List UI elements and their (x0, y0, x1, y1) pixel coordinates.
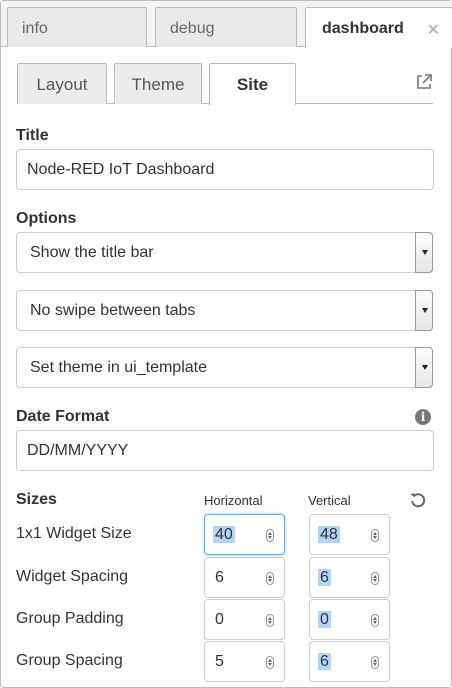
group-spacing-vertical-value: 6 (318, 653, 331, 670)
group-spacing-horizontal-input[interactable]: 5 (204, 641, 285, 682)
subtab-layout[interactable]: Layout (17, 63, 107, 104)
title-input[interactable]: Node-RED IoT Dashboard (16, 149, 434, 190)
group-padding-horizontal-value: 0 (215, 611, 224, 628)
subtab-site-label: Site (236, 75, 269, 94)
group-spacing-label: Group Spacing (16, 652, 123, 669)
vertical-column-header: Vertical (308, 493, 351, 508)
widget-size-vertical-value: 48 (318, 526, 340, 543)
spinner-arrows-icon[interactable] (266, 572, 274, 585)
spinner-arrows-icon[interactable] (266, 614, 274, 627)
subtab-site[interactable]: Site (209, 63, 296, 105)
widget-size-horizontal-value: 40 (213, 526, 235, 543)
date-format-label: Date Format (16, 408, 110, 425)
dashboard-subtab-bar: Layout Theme Site (17, 63, 433, 105)
subtab-theme[interactable]: Theme (114, 63, 202, 104)
tab-info-label: info (22, 20, 48, 37)
tab-debug[interactable]: debug (155, 7, 297, 47)
options-label: Options (16, 210, 77, 227)
sidebar-tab-bar: info debug dashboard ✕ (1, 1, 452, 48)
reset-icon[interactable] (409, 491, 427, 509)
swipe-select[interactable]: No swipe between tabs (16, 290, 433, 331)
widget-size-label: 1x1 Widget Size (16, 525, 132, 542)
tab-info[interactable]: info (7, 7, 147, 47)
external-link-icon[interactable] (415, 73, 433, 91)
title-bar-select[interactable]: Show the title bar (16, 232, 433, 273)
info-icon[interactable]: i (415, 409, 431, 425)
spinner-arrows-icon[interactable] (371, 529, 379, 542)
sizes-label: Sizes (16, 491, 57, 508)
group-spacing-horizontal-value: 5 (215, 653, 224, 670)
horizontal-column-header: Horizontal (204, 493, 263, 508)
group-padding-horizontal-input[interactable]: 0 (204, 599, 285, 640)
subtab-layout-label: Layout (36, 75, 88, 94)
swipe-select-value: No swipe between tabs (30, 302, 196, 319)
widget-spacing-label: Widget Spacing (16, 568, 129, 585)
title-input-value: Node-RED IoT Dashboard (27, 161, 215, 178)
spinner-arrows-icon[interactable] (266, 656, 274, 669)
widget-spacing-vertical-input[interactable]: 6 (309, 557, 390, 598)
tab-dashboard-label: dashboard (322, 20, 404, 37)
theme-select-value: Set theme in ui_template (30, 359, 207, 376)
tab-dashboard[interactable]: dashboard ✕ (305, 7, 452, 48)
spinner-arrows-icon[interactable] (371, 614, 379, 627)
tab-debug-label: debug (170, 20, 215, 37)
subtab-theme-label: Theme (131, 75, 185, 94)
title-bar-select-value: Show the title bar (30, 244, 154, 261)
group-padding-vertical-input[interactable]: 0 (309, 599, 390, 640)
widget-spacing-horizontal-input[interactable]: 6 (204, 557, 285, 598)
widget-spacing-vertical-value: 6 (318, 569, 331, 586)
theme-select[interactable]: Set theme in ui_template (16, 347, 433, 388)
group-spacing-vertical-input[interactable]: 6 (309, 641, 390, 682)
widget-size-horizontal-input[interactable]: 40 (204, 514, 285, 555)
spinner-arrows-icon[interactable] (266, 529, 274, 542)
spinner-arrows-icon[interactable] (371, 572, 379, 585)
chevron-down-icon[interactable] (415, 232, 433, 273)
title-label: Title (16, 127, 49, 144)
dashboard-sidebar-panel: info debug dashboard ✕ Layout Theme Site… (0, 0, 452, 688)
date-format-value: DD/MM/YYYY (27, 442, 129, 459)
widget-size-vertical-input[interactable]: 48 (309, 514, 390, 555)
close-icon[interactable]: ✕ (427, 23, 440, 39)
date-format-input[interactable]: DD/MM/YYYY (16, 430, 434, 471)
spinner-arrows-icon[interactable] (371, 656, 379, 669)
chevron-down-icon[interactable] (415, 347, 433, 388)
chevron-down-icon[interactable] (415, 290, 433, 331)
group-padding-label: Group Padding (16, 610, 124, 627)
group-padding-vertical-value: 0 (318, 611, 331, 628)
widget-spacing-horizontal-value: 6 (215, 569, 224, 586)
